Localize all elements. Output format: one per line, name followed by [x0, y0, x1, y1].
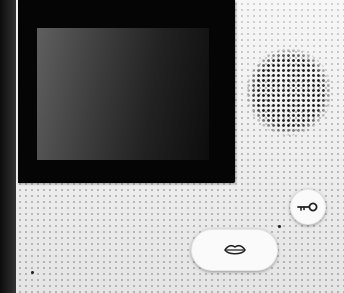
speaker-grille: [246, 48, 332, 136]
microphone-dot: [31, 271, 34, 274]
intercom-photo: [0, 0, 344, 293]
lips-icon: [223, 244, 246, 255]
talk-button[interactable]: [191, 229, 278, 271]
key-icon: [297, 202, 318, 212]
door-unlock-button[interactable]: [290, 189, 326, 225]
indicator-dot: [278, 225, 281, 228]
video-screen: [37, 28, 209, 160]
